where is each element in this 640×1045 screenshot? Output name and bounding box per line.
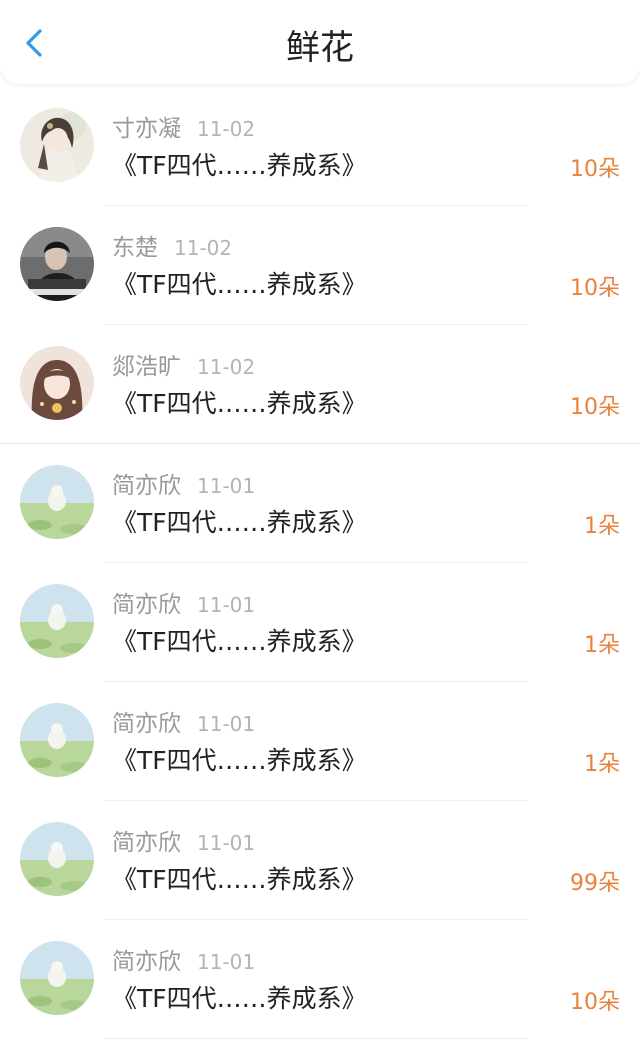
flower-list: 寸亦凝 11-02 《TF四代……养成系》 10朵 东楚 11-02 《TF四代……… xyxy=(0,87,640,1039)
send-date: 11-01 xyxy=(197,831,256,855)
item-meta: 寸亦凝 11-02 xyxy=(112,109,256,142)
sender-name: 简亦欣 xyxy=(112,830,181,856)
list-item[interactable]: 郯浩旷 11-02 《TF四代……养成系》 10朵 xyxy=(0,325,640,444)
top-bar: 鲜花 xyxy=(0,0,640,84)
item-meta: 简亦欣 11-01 xyxy=(112,704,256,737)
flower-count: 1朵 xyxy=(584,514,620,539)
send-date: 11-01 xyxy=(197,593,256,617)
send-date: 11-02 xyxy=(197,117,256,141)
send-date: 11-02 xyxy=(174,236,233,260)
item-meta: 简亦欣 11-01 xyxy=(112,942,256,975)
item-meta: 东楚 11-02 xyxy=(112,228,233,261)
avatar-girl-anime[interactable] xyxy=(20,346,94,420)
send-date: 11-02 xyxy=(197,355,256,379)
list-item[interactable]: 简亦欣 11-01 《TF四代……养成系》 1朵 xyxy=(0,444,640,563)
book-title[interactable]: 《TF四代……养成系》 xyxy=(112,979,367,1015)
book-title[interactable]: 《TF四代……养成系》 xyxy=(112,265,367,301)
avatar-girl-illustration[interactable] xyxy=(20,108,94,182)
flower-count: 10朵 xyxy=(570,990,620,1015)
divider xyxy=(104,1038,528,1039)
avatar-cartoon-field[interactable] xyxy=(20,822,94,896)
sender-name: 寸亦凝 xyxy=(112,116,181,142)
item-meta: 简亦欣 11-01 xyxy=(112,823,256,856)
item-meta: 简亦欣 11-01 xyxy=(112,585,256,618)
sender-name: 简亦欣 xyxy=(112,473,181,499)
book-title[interactable]: 《TF四代……养成系》 xyxy=(112,146,367,182)
flower-count: 10朵 xyxy=(570,395,620,420)
flower-count: 10朵 xyxy=(570,276,620,301)
sender-name: 东楚 xyxy=(112,235,158,261)
item-meta: 郯浩旷 11-02 xyxy=(112,347,256,380)
sender-name: 简亦欣 xyxy=(112,592,181,618)
flower-count: 99朵 xyxy=(570,871,620,896)
list-item[interactable]: 东楚 11-02 《TF四代……养成系》 10朵 xyxy=(0,206,640,325)
book-title[interactable]: 《TF四代……养成系》 xyxy=(112,860,367,896)
avatar-cartoon-field[interactable] xyxy=(20,584,94,658)
avatar-cartoon-field[interactable] xyxy=(20,703,94,777)
sender-name: 简亦欣 xyxy=(112,949,181,975)
item-meta: 简亦欣 11-01 xyxy=(112,466,256,499)
page-title: 鲜花 xyxy=(286,28,354,68)
list-item[interactable]: 简亦欣 11-01 《TF四代……养成系》 1朵 xyxy=(0,682,640,801)
list-item[interactable]: 简亦欣 11-01 《TF四代……养成系》 99朵 xyxy=(0,801,640,920)
book-title[interactable]: 《TF四代……养成系》 xyxy=(112,503,367,539)
sender-name: 简亦欣 xyxy=(112,711,181,737)
send-date: 11-01 xyxy=(197,474,256,498)
flower-count: 1朵 xyxy=(584,752,620,777)
book-title[interactable]: 《TF四代……养成系》 xyxy=(112,622,367,658)
avatar-cartoon-field[interactable] xyxy=(20,465,94,539)
book-title[interactable]: 《TF四代……养成系》 xyxy=(112,741,367,777)
avatar-cartoon-field[interactable] xyxy=(20,941,94,1015)
list-item[interactable]: 简亦欣 11-01 《TF四代……养成系》 1朵 xyxy=(0,563,640,682)
send-date: 11-01 xyxy=(197,712,256,736)
avatar-boy-photo[interactable] xyxy=(20,227,94,301)
flower-count: 10朵 xyxy=(570,157,620,182)
book-title[interactable]: 《TF四代……养成系》 xyxy=(112,384,367,420)
list-item[interactable]: 寸亦凝 11-02 《TF四代……养成系》 10朵 xyxy=(0,87,640,206)
send-date: 11-01 xyxy=(197,950,256,974)
list-item[interactable]: 简亦欣 11-01 《TF四代……养成系》 10朵 xyxy=(0,920,640,1039)
sender-name: 郯浩旷 xyxy=(112,354,181,380)
flower-count: 1朵 xyxy=(584,633,620,658)
